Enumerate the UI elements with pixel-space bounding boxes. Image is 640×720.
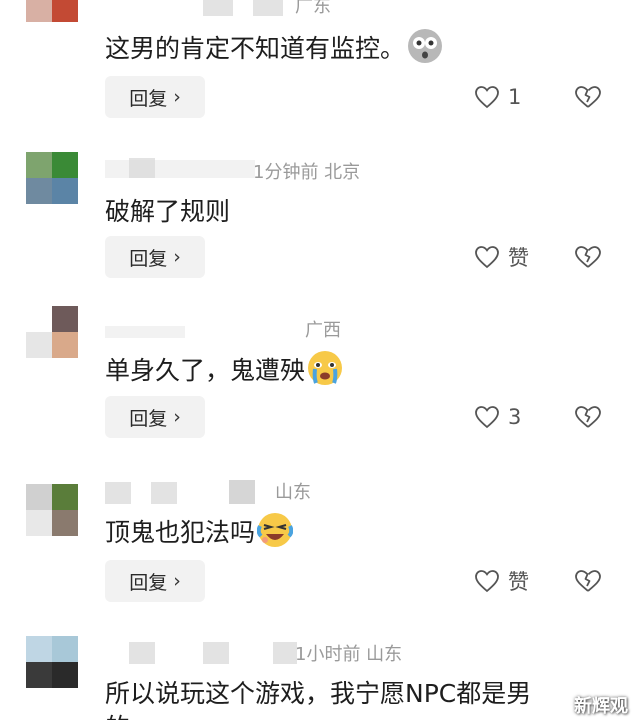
comment-item: 1小时前 山东 所以说玩这个游戏，我宁愿NPC都是男 [0, 636, 640, 720]
like-label: 赞 [508, 570, 529, 594]
chevron-right-icon: › [173, 406, 181, 428]
shocked-face-emoji [407, 28, 443, 64]
reply-label: 回复 [129, 87, 168, 110]
comment-meta: 山东 [105, 478, 365, 504]
time-location-text: 1小时前 山东 [295, 644, 403, 665]
avatar[interactable] [26, 0, 78, 22]
comment-text: 所以说玩这个游戏，我宁愿NPC都是男 [105, 674, 531, 710]
dislike-button[interactable] [574, 76, 602, 118]
like-count: 1 [508, 85, 522, 109]
reply-button[interactable]: 回复 › [105, 396, 205, 438]
heart-icon [475, 86, 499, 109]
comment-body: 破解了规则 [105, 197, 231, 226]
comment-text: 这男的肯定不知道有监控。 [105, 28, 443, 65]
location-text: 广东 [295, 0, 331, 17]
heart-icon [475, 246, 499, 269]
broken-heart-icon [575, 246, 601, 268]
like-button[interactable]: 赞 [474, 236, 530, 278]
avatar[interactable] [26, 152, 78, 204]
reply-label: 回复 [129, 571, 168, 594]
comment-text: 单身久了，鬼遭殃 [105, 350, 343, 387]
like-button[interactable]: 赞 [474, 560, 530, 602]
comment-text: 顶鬼也犯法吗 [105, 512, 294, 549]
comment-item: 广西 单身久了，鬼遭殃 回复 › 3 [0, 306, 640, 466]
dislike-button[interactable] [574, 236, 602, 278]
time-location-text: 1分钟前 北京 [253, 162, 361, 183]
location-text: 广西 [305, 320, 341, 341]
comment-item: 广东 这男的肯定不知道有监控。 回复 › 1 [0, 0, 640, 130]
reply-button[interactable]: 回复 › [105, 560, 205, 602]
dislike-button[interactable] [574, 560, 602, 602]
comment-body: 顶鬼也犯法吗 [105, 518, 256, 547]
watermark-text: 新辉观 [574, 696, 628, 717]
avatar[interactable] [26, 306, 78, 358]
like-label: 赞 [508, 246, 529, 270]
crying-face-emoji [307, 350, 343, 386]
reply-label: 回复 [129, 407, 168, 430]
avatar[interactable] [26, 484, 78, 536]
location-text: 山东 [275, 482, 311, 503]
reply-button[interactable]: 回复 › [105, 236, 205, 278]
comment-text: 破解了规则 [105, 192, 230, 228]
comment-body: 这男的肯定不知道有监控。 [105, 34, 406, 63]
broken-heart-icon [575, 86, 601, 108]
chevron-right-icon: › [173, 570, 181, 592]
like-button[interactable]: 1 [474, 76, 530, 118]
comment-item: 山东 顶鬼也犯法吗 回复 › 赞 [0, 480, 640, 644]
comment-item: 1分钟前 北京 破解了规则 回复 › 赞 [0, 152, 640, 312]
broken-heart-icon [575, 406, 601, 428]
comment-meta: 广东 [105, 0, 365, 22]
chevron-right-icon: › [173, 86, 181, 108]
avatar[interactable] [26, 636, 78, 688]
broken-heart-icon [575, 570, 601, 592]
comment-body: 所以说玩这个游戏，我宁愿NPC都是男 [105, 679, 532, 708]
comment-text-overflow: 的 [105, 708, 130, 720]
reply-label: 回复 [129, 247, 168, 270]
reply-button[interactable]: 回复 › [105, 76, 205, 118]
comment-meta: 1小时前 山东 [105, 640, 425, 666]
comment-body: 单身久了，鬼遭殃 [105, 356, 306, 385]
chevron-right-icon: › [173, 246, 181, 268]
dislike-button[interactable] [574, 396, 602, 438]
like-count: 3 [508, 405, 522, 429]
heart-icon [475, 406, 499, 429]
like-button[interactable]: 3 [474, 396, 530, 438]
comment-meta: 广西 [105, 316, 365, 342]
laughing-crying-emoji [256, 512, 294, 548]
comment-meta: 1分钟前 北京 [105, 158, 405, 184]
comment-list: 广东 这男的肯定不知道有监控。 回复 › 1 1分钟前 北京 破解了规则 回复 … [0, 0, 640, 720]
heart-icon [475, 570, 499, 593]
